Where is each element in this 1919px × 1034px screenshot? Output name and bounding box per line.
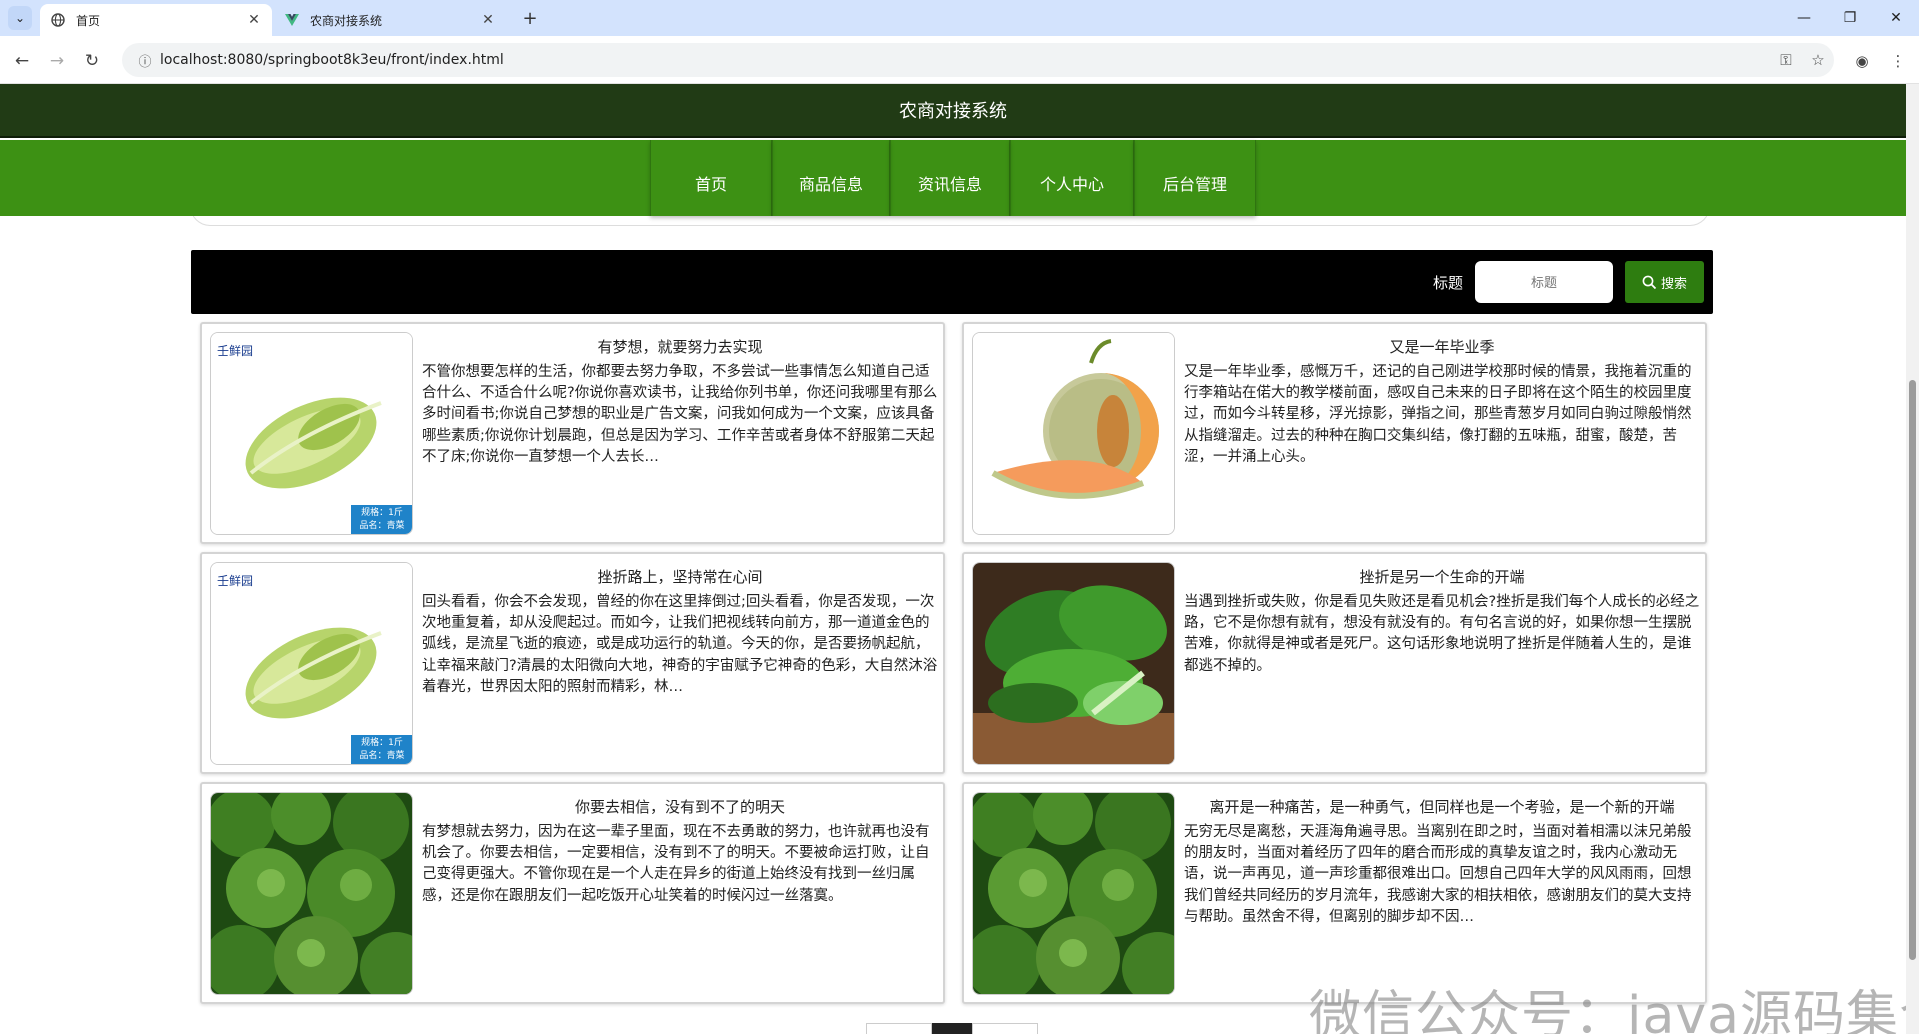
pagination (866, 1023, 1038, 1034)
scrollbar-thumb[interactable] (1909, 380, 1916, 960)
article-thumbnail[interactable] (972, 792, 1175, 995)
article-title[interactable]: 有梦想，就要努力去实现 (422, 336, 938, 357)
article-card[interactable]: 挫折是另一个生命的开端 当遇到挫折或失败，你是看见失败还是看见机会?挫折是我们每… (962, 552, 1707, 774)
product-badge: 规格：1斤 品名：青菜 (351, 505, 412, 533)
nav-item-admin[interactable]: 后台管理 (1134, 140, 1256, 216)
search-label: 标题 (1433, 274, 1464, 292)
badge-spec: 规格：1斤 (361, 508, 403, 518)
nav-label: 首页 (694, 175, 727, 194)
nav-item-products[interactable]: 商品信息 (772, 140, 890, 216)
article-title[interactable]: 挫折是另一个生命的开端 (1184, 566, 1700, 587)
more-menu-icon[interactable]: ⋮ (1884, 47, 1912, 75)
bookmark-star-icon[interactable]: ☆ (1802, 51, 1834, 69)
article-card[interactable]: 壬鲜园 规格：1斤 品名：青菜 有梦想，就要努力去实现 不管你想要怎样的生活，你… (200, 322, 945, 544)
broccoli-image (973, 793, 1174, 994)
close-tab-icon[interactable]: ✕ (246, 12, 262, 28)
globe-icon (50, 12, 66, 28)
browser-tab-strip: ⌄ 首页 ✕ 农商对接系统 ✕ + — ❐ ✕ (0, 0, 1919, 36)
nav-label: 个人中心 (1039, 175, 1104, 194)
article-thumbnail[interactable]: 壬鲜园 规格：1斤 品名：青菜 (210, 332, 413, 535)
article-card[interactable]: 壬鲜园 规格：1斤 品名：青菜 挫折路上，坚持常在心间 回头看看，你会不会发现，… (200, 552, 945, 774)
article-title[interactable]: 离开是一种痛苦，是一种勇气，但同样也是一个考验，是一个新的开端 (1184, 796, 1700, 817)
vue-logo-icon (284, 12, 300, 28)
article-summary: 有梦想就去努力，因为在这一辈子里面，现在不去勇敢的努力，也许就再也没有机会了。你… (422, 824, 930, 904)
page-viewport: 农商对接系统 首页 商品信息 资讯信息 个人中心 后台管理 标题 搜索 壬鲜园 (0, 84, 1906, 1034)
browser-tab-system[interactable]: 农商对接系统 ✕ (274, 4, 506, 36)
greens-image (973, 563, 1174, 764)
pagination-prev[interactable] (866, 1023, 932, 1034)
close-tab-icon[interactable]: ✕ (480, 12, 496, 28)
reload-icon[interactable]: ↻ (78, 47, 106, 75)
search-button[interactable]: 搜索 (1625, 261, 1704, 303)
forward-arrow-icon[interactable]: → (43, 47, 71, 75)
minimize-icon[interactable]: — (1784, 6, 1824, 30)
page-scrollbar[interactable] (1906, 84, 1919, 1034)
article-summary: 当遇到挫折或失败，你是看见失败还是看见机会?挫折是我们每个人成长的必经之路，它不… (1184, 594, 1700, 674)
search-icon (1642, 275, 1657, 289)
main-nav: 首页 商品信息 资讯信息 个人中心 后台管理 (0, 140, 1906, 216)
url-text[interactable]: localhost:8080/springboot8k3eu/front/ind… (160, 52, 1770, 68)
article-thumbnail[interactable] (972, 562, 1175, 765)
article-card[interactable]: 你要去相信，没有到不了的明天 有梦想就去努力，因为在这一辈子里面，现在不去勇敢的… (200, 782, 945, 1004)
tab-search-chevron-icon[interactable]: ⌄ (8, 6, 32, 30)
article-summary: 无穷无尽是离愁，天涯海角遍寻思。当离别在即之时，当面对着相濡以沫兄弟般的朋友时，… (1184, 824, 1692, 925)
article-summary: 又是一年毕业季，感慨万千，还记的自己刚进学校那时候的情景，我拖着沉重的行李箱站在… (1184, 364, 1692, 465)
browser-toolbar: ← → ↻ ⓘ localhost:8080/springboot8k3eu/f… (0, 36, 1919, 84)
restore-icon[interactable]: ❐ (1830, 6, 1870, 30)
new-tab-plus-icon[interactable]: + (518, 6, 542, 30)
nav-item-news[interactable]: 资讯信息 (890, 140, 1010, 216)
nav-item-profile[interactable]: 个人中心 (1010, 140, 1134, 216)
article-title[interactable]: 又是一年毕业季 (1184, 336, 1700, 357)
svg-text:壬鲜园: 壬鲜园 (217, 344, 253, 358)
article-title[interactable]: 你要去相信，没有到不了的明天 (422, 796, 938, 817)
badge-name: 品名：青菜 (359, 751, 405, 761)
watermark: 微信公众号：java源码集合 (1309, 986, 1906, 1034)
article-thumbnail[interactable]: 壬鲜园 规格：1斤 品名：青菜 (210, 562, 413, 765)
site-title: 农商对接系统 (899, 101, 1007, 122)
article-thumbnail[interactable] (210, 792, 413, 995)
broccoli-image (211, 793, 412, 994)
article-thumbnail[interactable] (972, 332, 1175, 535)
article-summary: 不管你想要怎样的生活，你都要去努力争取，不多尝试一些事情怎么知道自己适合什么、不… (422, 364, 938, 465)
nav-label: 商品信息 (798, 175, 863, 194)
article-title[interactable]: 挫折路上，坚持常在心间 (422, 566, 938, 587)
product-badge: 规格：1斤 品名：青菜 (351, 735, 412, 763)
badge-spec: 规格：1斤 (361, 738, 403, 748)
nav-item-home[interactable]: 首页 (650, 140, 772, 216)
pagination-current-page[interactable] (932, 1023, 972, 1034)
profile-icon[interactable]: ◉ (1848, 47, 1876, 75)
article-summary: 回头看看，你会不会发现，曾经的你在这里摔倒过;回头看看，你是否发现，一次次地重复… (422, 594, 938, 695)
title-search-input[interactable] (1475, 261, 1613, 303)
site-info-icon[interactable]: ⓘ (130, 51, 160, 70)
nav-label: 资讯信息 (917, 175, 982, 194)
article-card[interactable]: 离开是一种痛苦，是一种勇气，但同样也是一个考验，是一个新的开端 无穷无尽是离愁，… (962, 782, 1707, 1004)
site-header: 农商对接系统 (0, 84, 1906, 138)
svg-text:壬鲜园: 壬鲜园 (217, 574, 253, 588)
address-bar[interactable]: ⓘ localhost:8080/springboot8k3eu/front/i… (122, 43, 1834, 77)
tab-title: 首页 (76, 13, 101, 28)
search-button-label: 搜索 (1660, 276, 1687, 292)
window-close-icon[interactable]: ✕ (1876, 6, 1916, 30)
tab-title: 农商对接系统 (310, 13, 383, 28)
badge-name: 品名：青菜 (359, 521, 405, 531)
back-arrow-icon[interactable]: ← (8, 47, 36, 75)
article-card[interactable]: 又是一年毕业季 又是一年毕业季，感慨万千，还记的自己刚进学校那时候的情景，我拖着… (962, 322, 1707, 544)
browser-tab-home[interactable]: 首页 ✕ (40, 4, 272, 36)
password-key-icon[interactable]: ⚿ (1770, 51, 1802, 69)
melon-image (973, 333, 1174, 534)
search-bar: 标题 搜索 (191, 250, 1713, 314)
pagination-next[interactable] (972, 1023, 1038, 1034)
nav-label: 后台管理 (1162, 175, 1227, 194)
